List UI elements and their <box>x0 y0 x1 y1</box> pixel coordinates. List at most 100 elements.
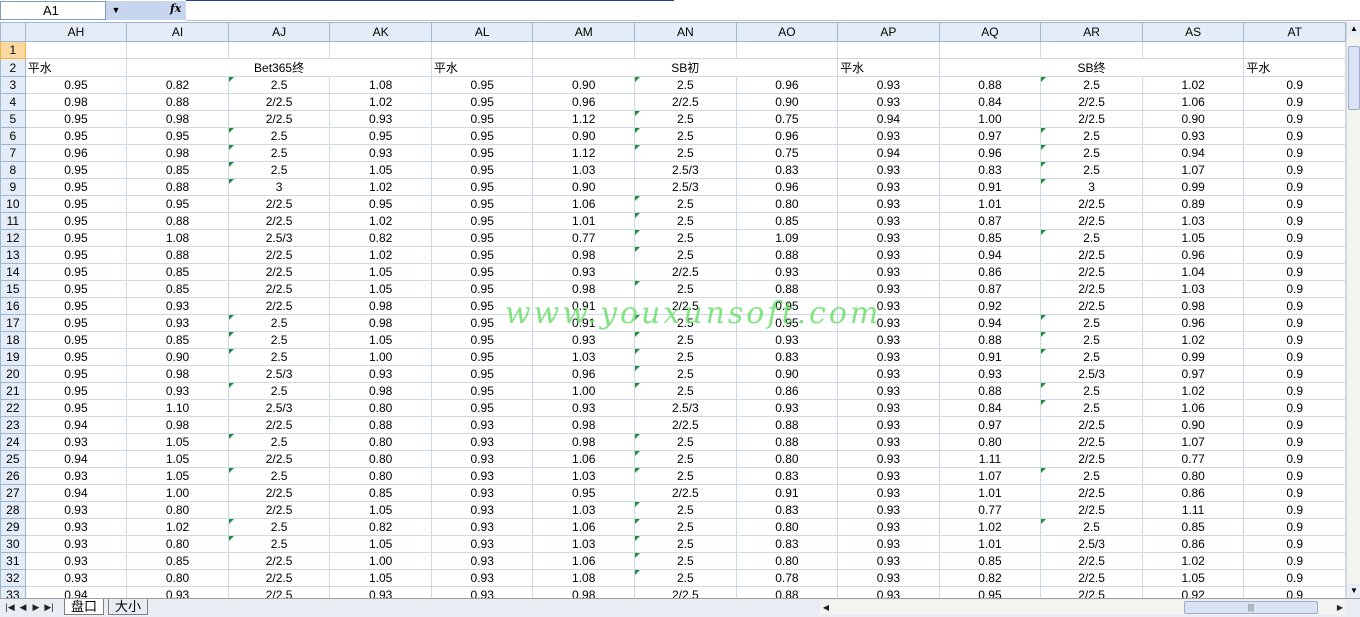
row-header[interactable]: 11 <box>0 212 26 230</box>
cell[interactable]: 0.95 <box>430 127 534 145</box>
cell[interactable]: 0.85 <box>126 280 229 298</box>
cell[interactable]: 1.05 <box>329 263 432 281</box>
cell[interactable]: 1.02 <box>329 178 432 196</box>
horizontal-scrollbar[interactable]: ◀ ||| ▶ <box>820 600 1346 615</box>
cell[interactable]: 0.95 <box>24 331 128 349</box>
cell[interactable]: 1.00 <box>938 110 1042 128</box>
cell[interactable] <box>735 41 839 59</box>
cell[interactable]: 0.80 <box>1141 467 1245 485</box>
cell[interactable]: 1.02 <box>1141 382 1245 400</box>
cell[interactable]: 2.5 <box>633 144 737 162</box>
cell[interactable]: 2.5/3 <box>227 399 331 417</box>
cell[interactable]: 0.93 <box>24 552 128 570</box>
cell[interactable]: 0.97 <box>938 127 1042 145</box>
cell[interactable]: 0.93 <box>837 484 940 502</box>
cell[interactable]: 0.95 <box>24 246 128 264</box>
cell[interactable]: 0.96 <box>1141 246 1245 264</box>
cell[interactable]: 2/2.5 <box>227 212 331 230</box>
cell[interactable]: 2.5 <box>633 382 737 400</box>
cell[interactable]: 0.85 <box>329 484 432 502</box>
cell[interactable]: 0.9 <box>1243 127 1346 145</box>
cell[interactable]: 0.93 <box>837 416 940 434</box>
cell[interactable]: 0.9 <box>1243 93 1346 111</box>
cell[interactable] <box>1040 41 1143 59</box>
cell[interactable]: 2.5 <box>227 467 331 485</box>
cell[interactable]: 3 <box>1040 178 1143 196</box>
cell[interactable]: 0.95 <box>938 586 1042 598</box>
cell[interactable]: 2.5 <box>1040 399 1143 417</box>
row-header[interactable]: 26 <box>0 467 26 485</box>
cell[interactable]: 2.5/3 <box>1040 365 1143 383</box>
cell[interactable]: 0.95 <box>735 314 839 332</box>
cell[interactable]: 1.05 <box>1141 229 1245 247</box>
scroll-right-icon[interactable]: ▶ <box>1334 601 1346 614</box>
cell[interactable]: 2/2.5 <box>227 93 331 111</box>
cell[interactable]: 1.03 <box>532 161 635 179</box>
cell[interactable]: 0.93 <box>430 450 534 468</box>
cell[interactable]: 2/2.5 <box>227 501 331 519</box>
cell[interactable]: 0.95 <box>24 212 128 230</box>
column-header[interactable]: AH <box>24 22 128 42</box>
cell[interactable]: 2.5 <box>227 535 331 553</box>
cell[interactable]: 0.93 <box>430 501 534 519</box>
cell[interactable]: 2.5 <box>1040 467 1143 485</box>
cell[interactable]: 0.80 <box>735 518 839 536</box>
cell[interactable]: 2/2.5 <box>633 93 737 111</box>
cell[interactable]: 0.95 <box>430 314 534 332</box>
cell[interactable]: 0.88 <box>735 586 839 598</box>
cell[interactable]: 0.85 <box>126 331 229 349</box>
cell[interactable]: 0.91 <box>532 314 635 332</box>
cell[interactable]: 1.03 <box>532 535 635 553</box>
cell[interactable]: 1.05 <box>329 331 432 349</box>
cell[interactable]: 0.95 <box>430 297 534 315</box>
cell[interactable]: 0.9 <box>1243 501 1346 519</box>
cell[interactable]: 0.95 <box>24 229 128 247</box>
row-header[interactable]: 16 <box>0 297 26 315</box>
cell[interactable]: 1.05 <box>329 280 432 298</box>
cell[interactable]: 2.5/3 <box>633 178 737 196</box>
cell[interactable]: 0.95 <box>126 127 229 145</box>
cell[interactable]: 1.02 <box>1141 552 1245 570</box>
cell[interactable]: 0.96 <box>735 127 839 145</box>
cell[interactable]: 0.75 <box>735 110 839 128</box>
row-header[interactable]: 5 <box>0 110 26 128</box>
cell[interactable]: 2.5 <box>633 195 737 213</box>
cell[interactable]: 0.83 <box>735 161 839 179</box>
cell[interactable]: 2/2.5 <box>1040 246 1143 264</box>
cell[interactable]: 0.95 <box>430 76 534 94</box>
cell[interactable]: 2/2.5 <box>227 484 331 502</box>
cell[interactable]: 0.90 <box>735 365 839 383</box>
cell[interactable]: 0.9 <box>1243 331 1346 349</box>
cell[interactable]: 0.90 <box>532 76 635 94</box>
cell[interactable]: 1.02 <box>1141 76 1245 94</box>
cell[interactable]: 0.9 <box>1243 246 1346 264</box>
cell[interactable]: 0.95 <box>24 365 128 383</box>
cell[interactable]: 0.9 <box>1243 212 1346 230</box>
cell[interactable]: 0.93 <box>329 586 432 598</box>
row-header[interactable]: 24 <box>0 433 26 451</box>
name-box-dropdown-icon[interactable]: ▼ <box>106 1 126 20</box>
cell[interactable]: 0.93 <box>837 212 940 230</box>
cell[interactable]: 0.91 <box>532 297 635 315</box>
cell[interactable]: 0.93 <box>837 314 940 332</box>
cell[interactable]: 0.78 <box>735 569 839 587</box>
cell[interactable]: 1.05 <box>329 161 432 179</box>
cell[interactable]: 1.05 <box>329 569 432 587</box>
cell[interactable]: 0.93 <box>837 76 940 94</box>
cell[interactable]: 1.05 <box>126 467 229 485</box>
row-header[interactable]: 30 <box>0 535 26 553</box>
cell[interactable]: 2.5 <box>633 433 737 451</box>
vertical-scroll-thumb[interactable] <box>1348 46 1360 110</box>
cell[interactable]: 0.93 <box>837 399 940 417</box>
cell[interactable]: 3 <box>227 178 331 196</box>
group-header-cell[interactable]: 平水 <box>837 58 940 77</box>
cell[interactable]: 1.02 <box>329 93 432 111</box>
cell[interactable]: 1.02 <box>329 212 432 230</box>
cell[interactable]: 1.06 <box>532 552 635 570</box>
cell[interactable]: 0.91 <box>938 178 1042 196</box>
cell[interactable]: 0.80 <box>329 467 432 485</box>
cell[interactable]: 0.9 <box>1243 365 1346 383</box>
cell[interactable]: 0.86 <box>1141 535 1245 553</box>
cell[interactable]: 0.75 <box>735 144 839 162</box>
scroll-down-icon[interactable]: ▼ <box>1347 584 1360 598</box>
